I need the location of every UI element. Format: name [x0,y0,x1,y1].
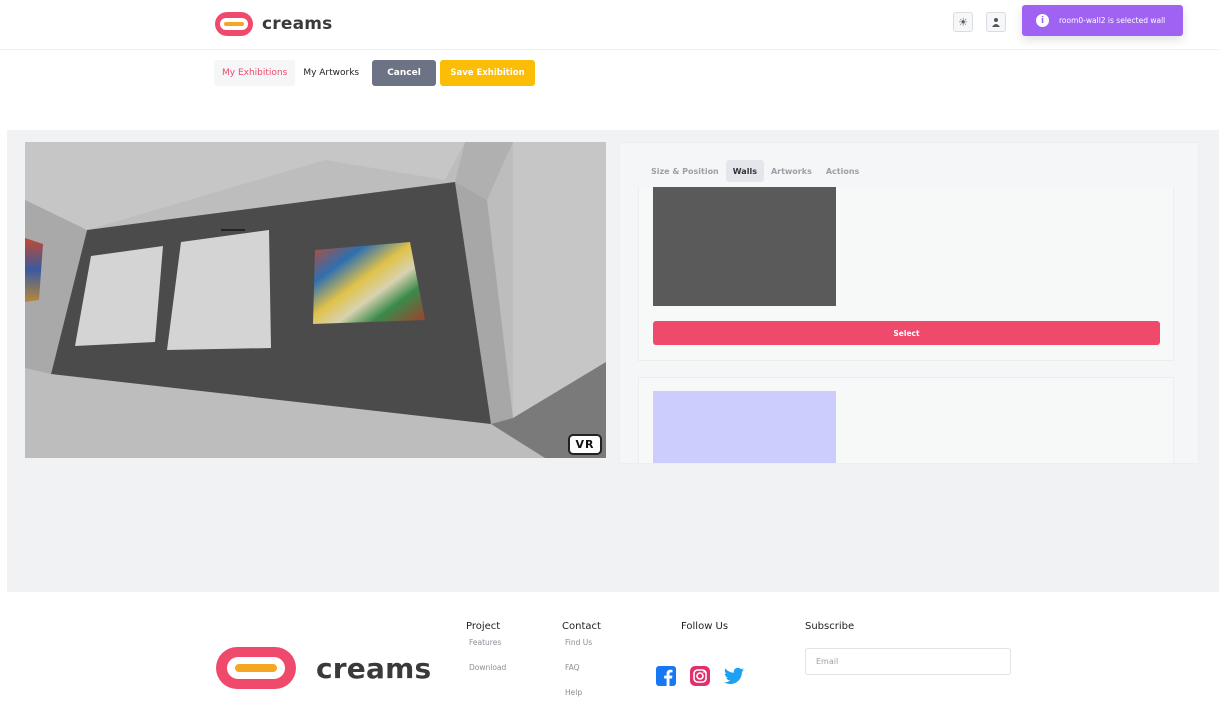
tab-artworks[interactable]: Artworks [764,160,819,182]
user-icon [992,18,1000,27]
tab-my-artworks[interactable]: My Artworks [295,60,367,86]
instagram-icon[interactable] [690,666,710,686]
wall-preview[interactable] [653,391,836,463]
save-exhibition-button[interactable]: Save Exhibition [440,60,535,86]
footer-subscribe-column: Subscribe [805,621,854,638]
twitter-icon[interactable] [724,667,744,685]
creams-logo-icon [216,647,296,689]
wall-card [638,377,1174,463]
tab-actions[interactable]: Actions [819,160,866,182]
footer-heading: Project [466,621,501,632]
tab-walls[interactable]: Walls [725,160,764,182]
user-menu-button[interactable] [986,12,1006,32]
footer-heading: Follow Us [681,621,729,632]
footer-follow-column: Follow Us [681,621,728,638]
email-input[interactable]: Email [805,648,1011,675]
footer-heading: Contact [562,621,601,632]
footer-logo[interactable]: creams [214,645,431,691]
creams-logo-icon [215,12,253,36]
brand-name: creams [262,14,333,34]
gallery-room-scene [25,142,606,458]
editor-panel: Size & Position Walls Artworks Actions S… [619,142,1199,464]
social-links [656,666,744,686]
brand-logo[interactable]: creams [214,11,333,37]
wall-preview[interactable] [653,187,836,306]
exhibition-nav: My Exhibitions My Artworks [214,60,367,86]
toast-notification: i room0-wall2 is selected wall [1022,5,1183,36]
wall-card: Select [638,187,1174,361]
footer-link-help[interactable]: Help [565,688,601,713]
gallery-3d-viewer[interactable]: VR [25,142,606,458]
footer-project-column: Project Features Download [466,621,506,688]
footer-heading: Subscribe [805,621,855,632]
info-icon: i [1036,14,1049,27]
theme-toggle-button[interactable]: ☀ [953,12,973,32]
tab-size-position[interactable]: Size & Position [644,160,726,182]
footer-brand-name: creams [316,651,432,685]
footer-link-download[interactable]: Download [469,663,506,688]
footer-link-features[interactable]: Features [469,638,506,663]
facebook-icon[interactable] [656,666,676,686]
top-header: creams ☀ i room0-wall2 is selected wall [0,0,1219,50]
footer-contact-column: Contact Find Us FAQ Help [562,621,601,713]
footer-link-faq[interactable]: FAQ [565,663,601,688]
toast-message: room0-wall2 is selected wall [1059,16,1166,25]
vr-button[interactable]: VR [568,434,602,455]
cancel-button[interactable]: Cancel [372,60,436,86]
select-wall-button[interactable]: Select [653,321,1160,345]
sun-icon: ☀ [958,15,968,29]
panel-tabs: Size & Position Walls Artworks Actions [644,160,866,182]
footer-link-find-us[interactable]: Find Us [565,638,601,663]
tab-my-exhibitions[interactable]: My Exhibitions [214,60,296,86]
